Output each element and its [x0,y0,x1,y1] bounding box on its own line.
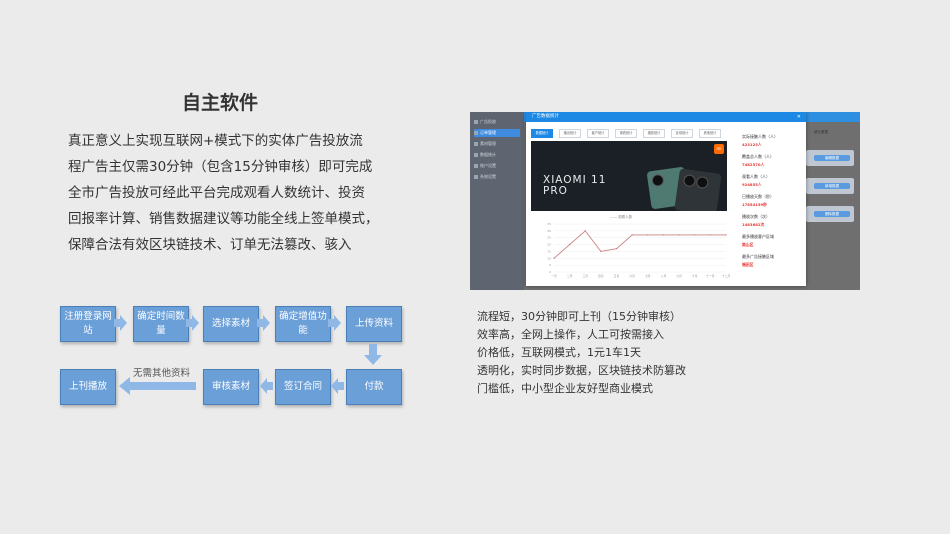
stat-label: 最多广告接触区域 [742,254,774,259]
x-tick-label: 一月 [551,274,557,278]
mock-sidebar: 广告投放 订单管理 素材管理 数据统计 账户设置 系统设置 [470,112,524,290]
skip-label: 无需其他资料 [133,368,191,379]
data-point [694,234,696,236]
data-point [568,243,571,246]
mock-tab: 播出统计 [559,129,581,138]
x-tick-label: 三月 [582,274,588,278]
data-point [631,234,633,236]
stat-value: 924855人 [742,182,762,187]
feature-item: 价格低，互联网模式，1元1车1天 [477,346,641,359]
phone-image [674,168,722,211]
y-tick-label: 10 [547,256,551,260]
mock-card-button: 编辑数据 [814,155,850,161]
mock-tab: 数据统计 [531,129,553,138]
mock-card: 删除数据 [806,206,854,222]
mock-card: 编辑数据 [806,150,854,166]
mock-sidebar-item: 数据统计 [474,151,520,159]
mock-modal-header: 广告数据统计 ✕ [526,112,806,122]
x-tick-label: 十月 [692,274,698,278]
stat-label: 覆盖总人数（人） [742,154,774,159]
data-point [662,234,665,236]
x-tick-label: 七月 [645,274,651,278]
y-tick-label: 5 [549,263,551,267]
stat-value: 7482570人 [742,162,765,167]
arrow-left-icon [331,378,344,394]
x-tick-label: 八月 [661,274,667,278]
feature-item: 透明化，实时同步数据，区块链技术防篡改 [477,364,686,377]
flow-arrows [114,315,382,395]
stat-label: 实际接触人数（人） [742,134,778,139]
y-tick-label: 20 [547,243,551,247]
feature-list: 流程短，30分钟即可上刊（15分钟审核） 效率高，全网上操作，人工可按需接入 价… [477,308,686,398]
feature-item: 门槛低，中小型企业友好型商业模式 [477,382,653,395]
close-icon: ✕ [796,114,801,120]
stat-value: 南山区 [742,242,754,247]
data-point [553,257,555,259]
data-point [678,234,680,236]
stat-label: 最多播放客户区域 [742,234,774,239]
y-tick-label: 35 [547,222,551,226]
feature-item: 效率高，全网上操作，人工可按需接入 [477,328,664,341]
mock-right-panel: 统计数据 编辑数据 新增数据 删除数据 [804,124,856,284]
stat-label: 已播放天数（秒） [742,194,774,199]
mock-card-button: 新增数据 [814,183,850,189]
stat-value: 423125人 [742,142,762,147]
software-screenshot: 广告投放 订单管理 素材管理 数据统计 账户设置 系统设置 统计数据 编辑数据 … [470,112,860,290]
mock-tab: 播放统计 [643,129,665,138]
stat-label: 播放次数（次） [742,214,770,219]
data-point [615,247,618,250]
stat-label: 观看人数（人） [742,174,770,179]
stat-value: 1483682次 [742,222,765,227]
data-point [725,234,727,236]
feature-item: 流程短，30分钟即可上刊（15分钟审核） [477,310,681,323]
mock-tab: 客户统计 [587,129,609,138]
x-tick-label: 十二月 [722,274,730,278]
mock-card: 新增数据 [806,178,854,194]
x-tick-label: 六月 [629,274,635,278]
arrow-right-icon [328,315,341,331]
arrow-right-icon [257,315,270,331]
mock-modal: 广告数据统计 ✕ 数据统计 播出统计 客户统计 观看统计 播放统计 区域统计 其… [526,112,806,286]
arrow-right-icon [186,315,199,331]
y-tick-label: 30 [547,229,551,233]
mock-sidebar-item: 系统设置 [474,173,520,181]
mock-card-button: 删除数据 [814,211,850,217]
data-point [600,250,602,253]
mock-sidebar-item: 账户设置 [474,162,520,170]
stat-value: 17854159秒 [742,202,767,207]
ad-banner: XIAOMI 11 PRO mi [531,141,727,211]
x-tick-label: 五月 [614,274,620,278]
data-point [584,230,586,232]
arrow-left-icon [260,378,273,394]
mock-sidebar-item: 素材管理 [474,140,520,148]
x-tick-label: 二月 [567,274,573,278]
mi-logo: mi [714,144,724,154]
data-point [647,234,649,236]
stat-value: 福田区 [742,262,754,267]
banner-text: XIAOMI 11 PRO [543,174,607,197]
mock-tab: 区域统计 [671,129,693,138]
mock-sidebar-item: 广告投放 [474,118,520,126]
x-tick-label: 九月 [676,274,682,278]
y-tick-label: 25 [547,236,551,240]
x-tick-label: 四月 [598,274,604,278]
arrow-right-icon [114,315,127,331]
line-chart: 05101520253035一月 二月 三月 四月 五月 六月 七月 八月 九月 十月 十一月 十二月 [547,222,730,278]
arrow-left-long-icon [119,377,196,395]
x-tick-label: 十一月 [706,274,715,278]
mock-right-header: 统计数据 [814,130,828,134]
mock-tab: 其他统计 [699,129,721,138]
y-tick-label: 15 [547,249,551,253]
data-point [709,234,712,236]
arrow-down-icon [364,344,382,365]
mock-modal-title: 广告数据统计 [532,114,559,119]
mock-tab: 观看统计 [615,129,637,138]
mock-sidebar-item: 订单管理 [474,129,520,137]
